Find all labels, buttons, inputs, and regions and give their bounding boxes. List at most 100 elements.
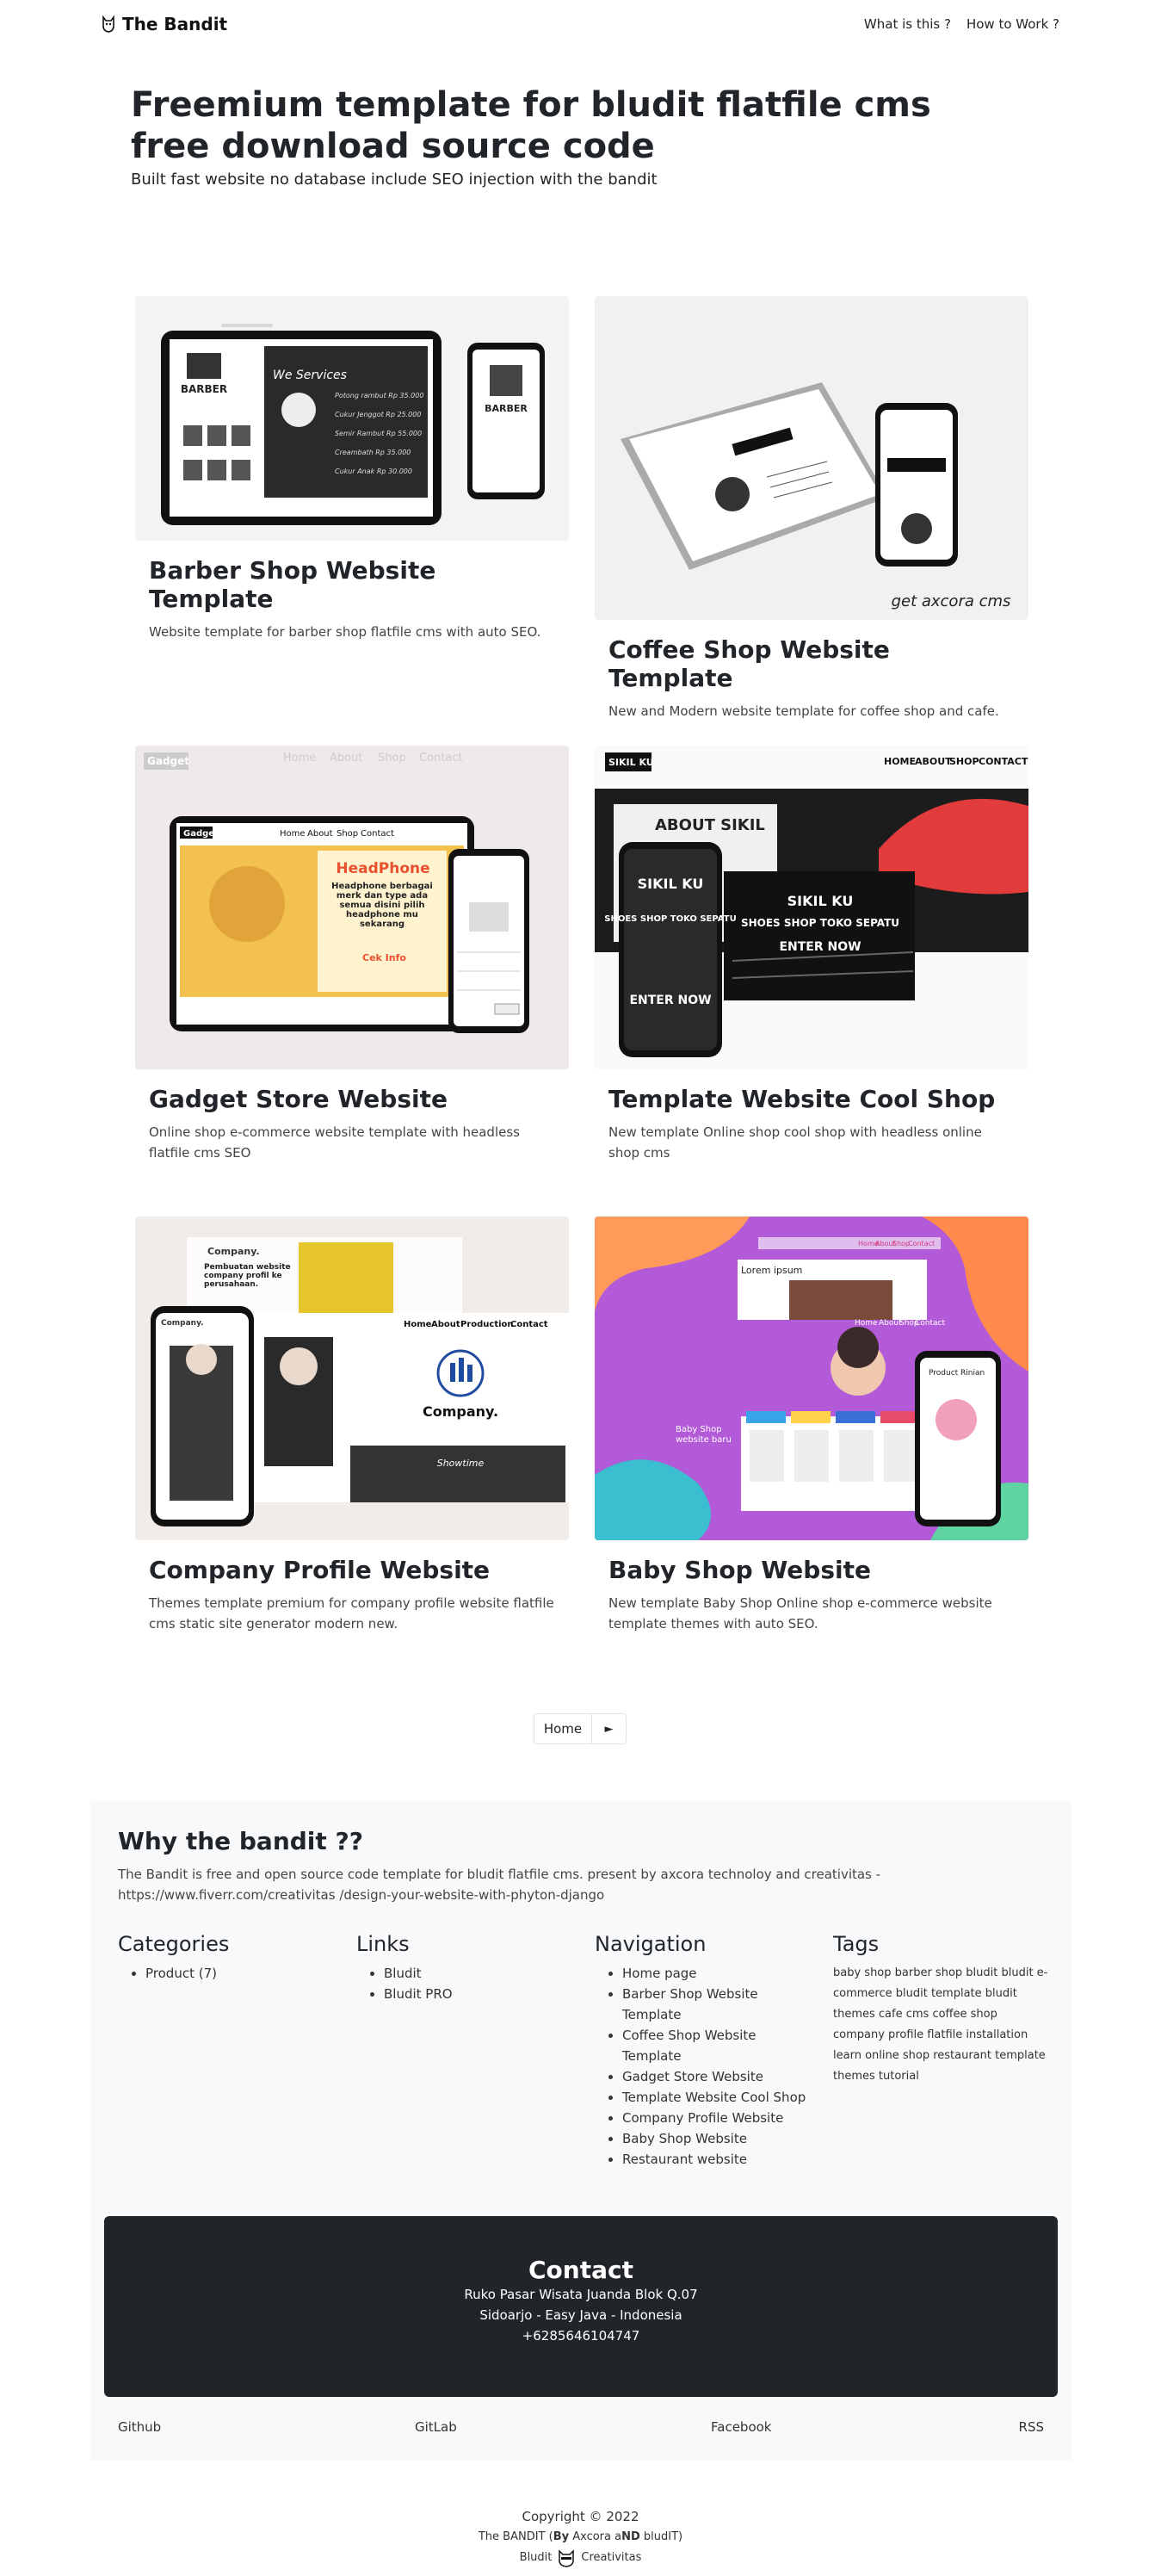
card-title[interactable]: Baby Shop Website xyxy=(608,1556,1015,1584)
tag-cloud[interactable]: baby shop barber shop bludit bludit e-co… xyxy=(833,1963,1048,2087)
svg-text:Company.: Company. xyxy=(161,1319,204,1328)
navigation-column: Navigation Home page Barber Shop Website… xyxy=(595,1932,810,2170)
link-bludit[interactable]: Bludit xyxy=(384,1963,571,1984)
links-column: Links Bludit Bludit PRO xyxy=(356,1932,571,2004)
nav-item-coolshop[interactable]: Template Website Cool Shop xyxy=(622,2087,810,2108)
gadget-preview-image: Gadget Home About Shop Contact Gadget Home A… xyxy=(135,746,569,1069)
svg-text:Contact: Contact xyxy=(419,752,463,765)
card-desc: Online shop e-commerce website template … xyxy=(149,1124,520,1161)
footer: Why the bandit ?? The Bandit is free and… xyxy=(90,1801,1071,2461)
svg-text:Company.: Company. xyxy=(423,1403,498,1420)
svg-text:Product Rinian: Product Rinian xyxy=(929,1369,985,1378)
contact-title: Contact xyxy=(528,2256,633,2284)
contact-address-1: Ruko Pasar Wisata Juanda Blok Q.07 xyxy=(464,2287,698,2302)
nav-item-gadget[interactable]: Gadget Store Website xyxy=(622,2066,810,2087)
svg-text:CONTACT: CONTACT xyxy=(979,756,1028,767)
svg-text:ENTER NOW: ENTER NOW xyxy=(779,940,861,954)
nav-item-baby[interactable]: Baby Shop Website xyxy=(622,2128,810,2149)
coolshop-preview-image: SIKIL KU HOMEABOUTSHOP CONTACT ABOUT SIKI… xyxy=(595,746,1028,1069)
nav-item-coffee[interactable]: Coffee Shop Website Template xyxy=(622,2025,810,2066)
svg-text:Creambath Rp 35.000: Creambath Rp 35.000 xyxy=(335,449,411,456)
github-link[interactable]: Github xyxy=(118,2419,161,2435)
bludit-credit-link[interactable]: Bludit xyxy=(520,2548,553,2568)
card-title[interactable]: Template Website Cool Shop xyxy=(608,1085,1015,1113)
svg-text:SIKIL KU: SIKIL KU xyxy=(787,893,854,909)
copyright-line: Copyright © 2022 xyxy=(522,2509,639,2524)
svg-text:HeadPhone: HeadPhone xyxy=(336,860,429,877)
card-gadget[interactable]: Gadget Home About Shop Contact Gadget Home A… xyxy=(135,746,569,1163)
svg-text:Home: Home xyxy=(280,829,306,839)
nav-links: What is this ? How to Work ? xyxy=(864,16,1059,32)
contact-address-2: Sidoarjo - Easy Java - Indonesia xyxy=(479,2307,682,2323)
svg-text:Company.: Company. xyxy=(207,1246,260,1257)
card-barber[interactable]: BARBER We Services Potong rambut Rp 35.0… xyxy=(135,296,569,642)
brand-name: The Bandit xyxy=(122,14,228,34)
card-baby[interactable]: Home About Shop Contact Lorem ipsum Home Abo… xyxy=(595,1217,1028,1634)
svg-text:SIKIL KU: SIKIL KU xyxy=(608,757,654,768)
svg-text:ABOUT SIKIL: ABOUT SIKIL xyxy=(655,816,765,834)
page-title: Freemium template for bludit flatfile cm… xyxy=(131,85,931,166)
pagination-home-button[interactable]: Home xyxy=(534,1713,592,1744)
card-coolshop[interactable]: SIKIL KU HOME ABOUT SHOP CONTACT ABOUT SIKI… xyxy=(595,746,1028,1163)
svg-text:SHOP: SHOP xyxy=(949,756,979,767)
nav-item-company[interactable]: Company Profile Website xyxy=(622,2108,810,2128)
svg-text:Gadget: Gadget xyxy=(183,829,219,839)
svg-text:Contact: Contact xyxy=(361,829,394,839)
copyright: Copyright © 2022 The BANDIT (By Axcora a… xyxy=(0,2506,1161,2568)
navbar: The Bandit What is this ? How to Work ? xyxy=(0,0,1161,50)
svg-text:Home: Home xyxy=(404,1320,432,1329)
svg-text:Production: Production xyxy=(460,1320,514,1329)
creativitas-credit-link[interactable]: Creativitas xyxy=(581,2548,641,2568)
nav-link-how[interactable]: How to Work ? xyxy=(966,16,1059,32)
card-image[interactable]: Company. Home About Production Contact Comp… xyxy=(135,1217,569,1540)
nav-item-home[interactable]: Home page xyxy=(622,1963,810,1984)
card-coffee[interactable]: get axcora cms Coffee Shop Website Templ… xyxy=(595,296,1028,721)
svg-text:BARBER: BARBER xyxy=(485,403,528,414)
why-title: Why the bandit ?? xyxy=(118,1827,364,1855)
hero: Freemium template for bludit flatfile cm… xyxy=(131,84,991,189)
card-desc: Themes template premium for company prof… xyxy=(149,1595,554,1632)
contact-phone: +6285646104747 xyxy=(522,2328,640,2344)
svg-text:Showtime: Showtime xyxy=(437,1458,485,1469)
categories-column: Categories Product (7) xyxy=(118,1932,333,1984)
card-image[interactable]: SIKIL KU HOME ABOUT SHOP CONTACT ABOUT SIKI… xyxy=(595,746,1028,1069)
card-image[interactable]: Gadget Home About Shop Contact Gadget Home A… xyxy=(135,746,569,1069)
gitlab-link[interactable]: GitLab xyxy=(415,2419,457,2435)
rss-link[interactable]: RSS xyxy=(1019,2419,1044,2435)
card-title[interactable]: Gadget Store Website xyxy=(149,1085,555,1113)
svg-text:Gadget: Gadget xyxy=(147,755,189,767)
link-bludit-pro[interactable]: Bludit PRO xyxy=(384,1984,571,2004)
bandit-logo-icon xyxy=(102,15,114,33)
powered-by: Bludit Creativitas xyxy=(0,2548,1161,2568)
card-desc: New and Modern website template for coff… xyxy=(608,703,999,719)
card-title[interactable]: Barber Shop Website Template xyxy=(149,556,555,613)
card-company[interactable]: Company. Home About Production Contact Comp… xyxy=(135,1217,569,1634)
why-section: Why the bandit ?? The Bandit is free and… xyxy=(118,1827,1044,1905)
barber-label: BARBER xyxy=(181,383,227,395)
nav-item-restaurant[interactable]: Restaurant website xyxy=(622,2149,810,2170)
svg-text:Shop: Shop xyxy=(337,829,358,839)
svg-text:Lorem ipsum: Lorem ipsum xyxy=(741,1265,802,1276)
brand-link[interactable]: The Bandit xyxy=(102,14,227,34)
card-image[interactable]: get axcora cms xyxy=(595,296,1028,620)
why-text: The Bandit is free and open source code … xyxy=(118,1867,881,1903)
nav-link-what[interactable]: What is this ? xyxy=(864,16,951,32)
nav-item-barber[interactable]: Barber Shop Website Template xyxy=(622,1984,810,2025)
card-image[interactable]: Home About Shop Contact Lorem ipsum Home Abo… xyxy=(595,1217,1028,1540)
social-links: Github GitLab Facebook RSS xyxy=(118,2419,1044,2440)
coffee-caption: get axcora cms xyxy=(892,592,1011,610)
bandit-mascot-icon xyxy=(559,2549,575,2567)
pagination-next-button[interactable]: ► xyxy=(592,1713,627,1744)
tags-title: Tags xyxy=(833,1932,880,1956)
card-title[interactable]: Coffee Shop Website Template xyxy=(608,635,1015,692)
page-subtitle: Built fast website no database include S… xyxy=(131,170,658,189)
svg-text:Home: Home xyxy=(855,1319,878,1328)
category-item-product[interactable]: Product (7) xyxy=(145,1963,333,1984)
facebook-link[interactable]: Facebook xyxy=(711,2419,771,2435)
card-image[interactable]: BARBER We Services Potong rambut Rp 35.0… xyxy=(135,296,569,541)
contact-box: Contact Ruko Pasar Wisata Juanda Blok Q.… xyxy=(104,2216,1058,2397)
card-title[interactable]: Company Profile Website xyxy=(149,1556,555,1584)
svg-text:Home: Home xyxy=(283,752,316,765)
card-desc: New template Online shop cool shop with … xyxy=(608,1124,982,1161)
svg-text:Contact: Contact xyxy=(915,1319,945,1328)
